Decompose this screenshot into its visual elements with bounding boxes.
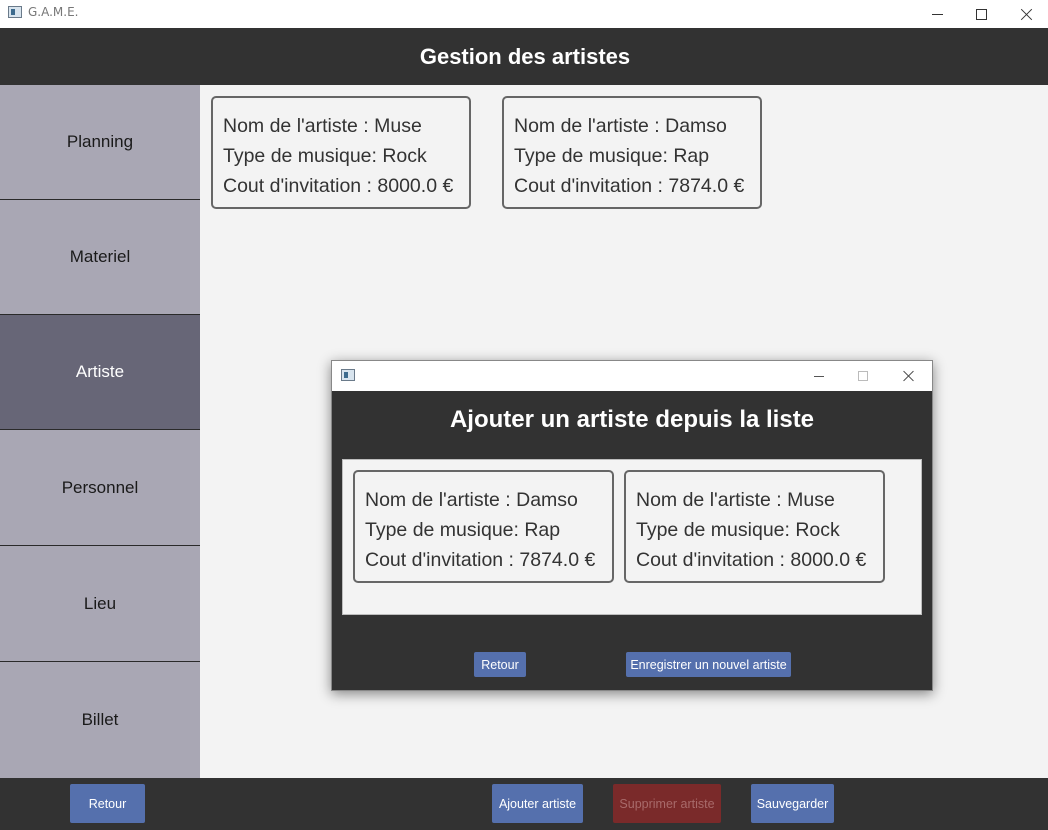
dialog-artist-list: Nom de l'artiste : Damso Type de musique… (342, 459, 922, 615)
maximize-icon (848, 361, 878, 391)
window-titlebar: G.A.M.E. (0, 0, 1048, 28)
artist-name: Nom de l'artiste : Damso (514, 115, 727, 137)
sidebar-item-billet[interactable]: Billet (0, 662, 200, 778)
page-header: Gestion des artistes (0, 28, 1048, 85)
dialog-titlebar (332, 361, 932, 391)
dialog-title: Ajouter un artiste depuis la liste (449, 406, 815, 433)
app-icon (8, 6, 22, 18)
delete-artist-button[interactable]: Supprimer artiste (613, 784, 721, 823)
artist-card[interactable]: Nom de l'artiste : Muse Type de musique:… (624, 470, 885, 583)
artist-name: Nom de l'artiste : Muse (223, 115, 422, 137)
sidebar-item-personnel[interactable]: Personnel (0, 431, 200, 546)
artist-cost: Cout d'invitation : 8000.0 € (223, 175, 454, 197)
close-icon[interactable] (894, 361, 924, 391)
artist-name: Nom de l'artiste : Muse (636, 489, 835, 511)
sidebar-item-label: Planning (66, 132, 134, 151)
artist-card[interactable]: Nom de l'artiste : Muse Type de musique:… (211, 96, 471, 209)
minimize-icon[interactable] (914, 0, 960, 28)
sidebar-item-label: Artiste (75, 362, 125, 381)
save-button[interactable]: Sauvegarder (751, 784, 834, 823)
sidebar-item-label: Billet (81, 710, 119, 729)
page-title: Gestion des artistes (419, 43, 631, 69)
artist-name: Nom de l'artiste : Damso (365, 489, 578, 511)
app-icon (341, 369, 355, 381)
register-new-artist-button[interactable]: Enregistrer un nouvel artiste (626, 652, 791, 677)
sidebar-item-materiel[interactable]: Materiel (0, 200, 200, 315)
dialog-back-button[interactable]: Retour (474, 652, 526, 677)
sidebar-item-lieu[interactable]: Lieu (0, 547, 200, 662)
sidebar-item-artiste[interactable]: Artiste (0, 315, 200, 430)
sidebar-item-label: Materiel (69, 247, 131, 266)
add-artist-button[interactable]: Ajouter artiste (492, 784, 583, 823)
footer-toolbar: Retour Ajouter artiste Supprimer artiste… (0, 778, 1048, 830)
artist-card[interactable]: Nom de l'artiste : Damso Type de musique… (502, 96, 762, 209)
sidebar-item-label: Lieu (83, 594, 117, 613)
artist-card[interactable]: Nom de l'artiste : Damso Type de musique… (353, 470, 614, 583)
artist-music-type: Type de musique: Rock (223, 145, 427, 167)
artist-music-type: Type de musique: Rap (365, 519, 561, 541)
back-button[interactable]: Retour (70, 784, 145, 823)
add-artist-dialog: Ajouter un artiste depuis la liste Nom d… (331, 360, 933, 691)
artist-music-type: Type de musique: Rap (514, 145, 710, 167)
sidebar-item-planning[interactable]: Planning (0, 85, 200, 200)
artist-music-type: Type de musique: Rock (636, 519, 840, 541)
window-title: G.A.M.E. (28, 5, 79, 19)
minimize-icon[interactable] (804, 361, 834, 391)
sidebar-item-label: Personnel (61, 478, 139, 497)
artist-cost: Cout d'invitation : 7874.0 € (514, 175, 745, 197)
artist-cost: Cout d'invitation : 8000.0 € (636, 549, 867, 571)
close-icon[interactable] (1003, 0, 1048, 28)
sidebar: Planning Materiel Artiste Personnel Lieu… (0, 85, 200, 778)
artist-cost: Cout d'invitation : 7874.0 € (365, 549, 596, 571)
maximize-icon[interactable] (958, 0, 1004, 28)
